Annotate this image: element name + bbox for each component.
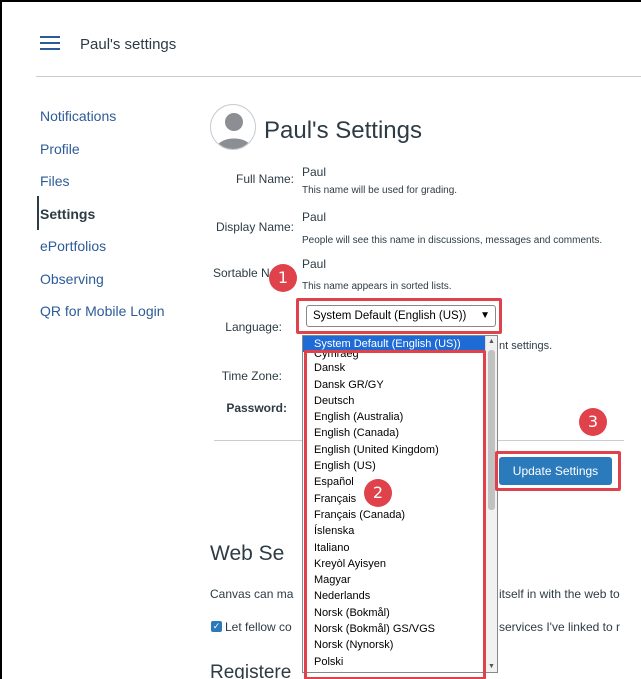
display-name-hint: People will see this name in discussions…	[302, 235, 603, 246]
header-divider	[36, 76, 641, 77]
callout-number-2: 2	[364, 479, 392, 507]
password-label: Password:	[226, 401, 287, 415]
top-bar: Paul's settings	[2, 2, 641, 78]
let-fellow-checkbox[interactable]: ✓	[211, 621, 222, 632]
registered-services-heading: Registere	[210, 662, 292, 679]
let-fellow-label-left: Let fellow co	[225, 620, 292, 634]
web-services-heading: Web Se	[210, 542, 285, 565]
breadcrumb[interactable]: Paul's settings	[80, 36, 176, 53]
full-name-hint: This name will be used for grading.	[302, 185, 458, 196]
web-services-desc-left: Canvas can ma	[210, 587, 294, 601]
sortable-name-label: Sortable N	[213, 266, 270, 280]
nav-item-qr-mobile-login[interactable]: QR for Mobile Login	[40, 301, 190, 334]
time-zone-label: Time Zone:	[221, 369, 282, 383]
scroll-down-icon[interactable]: ▼	[488, 663, 495, 670]
hamburger-menu-icon[interactable]	[40, 36, 60, 50]
callout-box-language-select	[296, 298, 502, 334]
avatar[interactable]	[210, 104, 256, 150]
callout-number-1: 1	[269, 264, 297, 292]
callout-number-3: 3	[579, 408, 607, 436]
callout-box-language-list	[304, 350, 486, 679]
full-name-value: Paul	[302, 165, 327, 179]
nav-item-settings[interactable]: Settings	[40, 204, 190, 237]
user-avatar-icon	[216, 113, 252, 149]
language-hint: nt settings.	[499, 340, 553, 352]
nav-item-files[interactable]: Files	[40, 171, 190, 204]
display-name-label: Display Name:	[215, 220, 294, 234]
language-label: Language:	[225, 320, 282, 334]
active-nav-indicator	[37, 196, 39, 230]
nav-item-notifications[interactable]: Notifications	[40, 106, 190, 139]
scrollbar-thumb[interactable]	[488, 350, 495, 510]
account-nav: Notifications Profile Files Settings ePo…	[40, 106, 190, 334]
full-name-label: Full Name:	[235, 172, 294, 186]
nav-item-profile[interactable]: Profile	[40, 139, 190, 172]
nav-item-eportfolios[interactable]: ePortfolios	[40, 236, 190, 269]
scroll-up-icon[interactable]: ▲	[488, 338, 495, 345]
nav-item-observing[interactable]: Observing	[40, 269, 190, 302]
display-name-value: Paul	[302, 210, 327, 224]
callout-box-update-button	[495, 451, 621, 491]
app-frame: Paul's settings Notifications Profile Fi…	[0, 0, 641, 679]
web-services-desc-right: itself in with the web to	[499, 587, 620, 601]
dropdown-scrollbar[interactable]: ▲ ▼	[485, 336, 497, 672]
let-fellow-label-right: services I've linked to r	[499, 620, 621, 634]
sortable-name-hint: This name appears in sorted lists.	[302, 281, 452, 292]
page-title: Paul's Settings	[264, 117, 423, 144]
sortable-name-value: Paul	[302, 257, 327, 271]
